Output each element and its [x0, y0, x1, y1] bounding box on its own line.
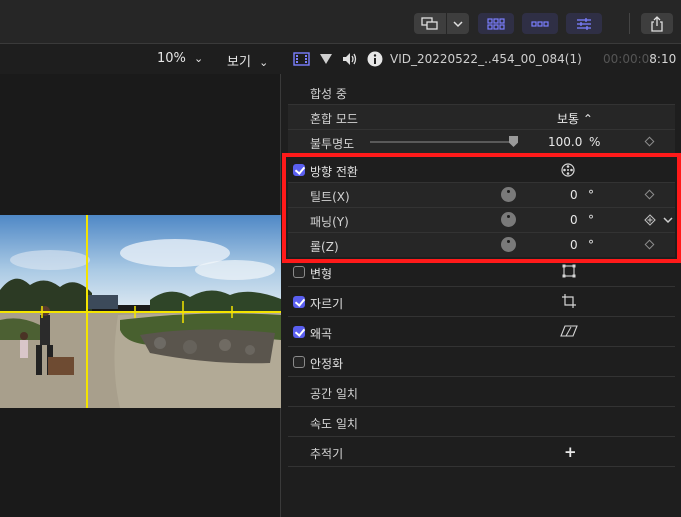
audio-inspector-icon[interactable]	[342, 52, 357, 66]
add-tracker-button[interactable]: +	[564, 443, 577, 461]
compositing-title: 합성 중	[310, 87, 347, 101]
view-menu-label: 보기	[227, 55, 251, 70]
video-frame-image	[0, 215, 281, 408]
distort-section-header[interactable]: 왜곡	[288, 320, 675, 344]
divider	[288, 466, 675, 467]
tracker-section-header: 추적기 +	[288, 440, 675, 464]
inspector-header: VID_20220522_..454_00_084(1) 00:00:08:10	[282, 44, 681, 74]
crop-onscreen-control-icon[interactable]	[562, 294, 576, 308]
transform-section-header[interactable]: 변형	[288, 260, 675, 284]
transform-onscreen-control-icon[interactable]	[562, 264, 576, 278]
divider	[288, 286, 675, 287]
distort-checkbox[interactable]	[293, 326, 305, 338]
stabilization-section-header[interactable]: 안정화	[288, 350, 675, 374]
stabilization-label: 안정화	[310, 357, 344, 371]
view-menu[interactable]: 보기 ⌄	[227, 51, 268, 70]
timeline-toggle-button[interactable]	[522, 13, 558, 34]
opacity-label: 불투명도	[310, 137, 355, 151]
compositing-section-header[interactable]: 합성 중	[288, 80, 675, 104]
viewer-panel: 10% ⌄ 보기 ⌄	[0, 44, 281, 517]
divider	[288, 406, 675, 407]
clip-duration: 00:00:08:10	[603, 52, 676, 66]
timeline-icon	[531, 20, 549, 27]
window-layout-button[interactable]	[414, 13, 446, 34]
window-layout-menu-button[interactable]	[447, 13, 469, 34]
video-frame[interactable]	[0, 215, 281, 408]
inspector-toggle-button[interactable]	[566, 13, 602, 34]
spatial-conform-section-header[interactable]: 공간 일치	[288, 380, 675, 404]
window-layout-icon	[421, 16, 438, 30]
chevron-down-icon	[453, 20, 463, 27]
keyframe-diamond-icon[interactable]	[644, 136, 655, 147]
browser-grid-icon	[487, 17, 505, 30]
crop-checkbox[interactable]	[293, 296, 305, 308]
share-icon	[651, 15, 663, 32]
chevron-down-icon: ⌄	[259, 56, 269, 69]
blend-mode-label: 혼합 모드	[310, 112, 358, 126]
opacity-unit: %	[589, 135, 601, 149]
opacity-value[interactable]: 100.0	[548, 135, 582, 149]
tracker-label: 추적기	[310, 447, 344, 461]
top-toolbar	[0, 0, 681, 44]
blend-mode-popup[interactable]: 보통 ⌃	[557, 110, 593, 127]
transform-label: 변형	[310, 267, 333, 281]
zoom-menu[interactable]: 10% ⌄	[157, 51, 203, 66]
video-inspector-icon[interactable]	[293, 52, 310, 66]
chevron-down-icon: ⌄	[194, 52, 204, 65]
rate-conform-label: 속도 일치	[310, 417, 358, 431]
divider	[288, 346, 675, 347]
transform-checkbox[interactable]	[293, 266, 305, 278]
divider	[288, 436, 675, 437]
blend-mode-row: 혼합 모드 보통 ⌃	[288, 105, 675, 129]
crop-section-header[interactable]: 자르기	[288, 290, 675, 314]
clip-duration-bright: 8:10	[649, 52, 677, 66]
inspector-sliders-icon	[577, 17, 591, 30]
toolbar-divider	[629, 13, 630, 34]
orientation-highlight-box	[282, 153, 681, 263]
opacity-slider[interactable]	[370, 136, 518, 147]
zoom-value: 10%	[157, 51, 186, 66]
clip-duration-dim: 00:00:0	[603, 52, 650, 66]
distort-onscreen-control-icon[interactable]	[560, 325, 578, 337]
info-inspector-icon[interactable]	[367, 51, 383, 67]
opacity-row: 불투명도 100.0 %	[288, 130, 675, 154]
inspector-panel: VID_20220522_..454_00_084(1) 00:00:08:10…	[282, 44, 681, 517]
opacity-slider-thumb[interactable]	[509, 136, 518, 147]
browser-toggle-button[interactable]	[478, 13, 514, 34]
divider	[288, 376, 675, 377]
share-button[interactable]	[641, 13, 673, 34]
crop-label: 자르기	[310, 297, 344, 311]
divider	[288, 316, 675, 317]
color-inspector-icon[interactable]	[319, 53, 333, 65]
distort-label: 왜곡	[310, 327, 333, 341]
spatial-conform-label: 공간 일치	[310, 387, 358, 401]
rate-conform-section-header[interactable]: 속도 일치	[288, 410, 675, 434]
viewer-header: 10% ⌄ 보기 ⌄	[0, 44, 281, 74]
clip-name: VID_20220522_..454_00_084(1)	[390, 52, 582, 66]
stabilization-checkbox[interactable]	[293, 356, 305, 368]
